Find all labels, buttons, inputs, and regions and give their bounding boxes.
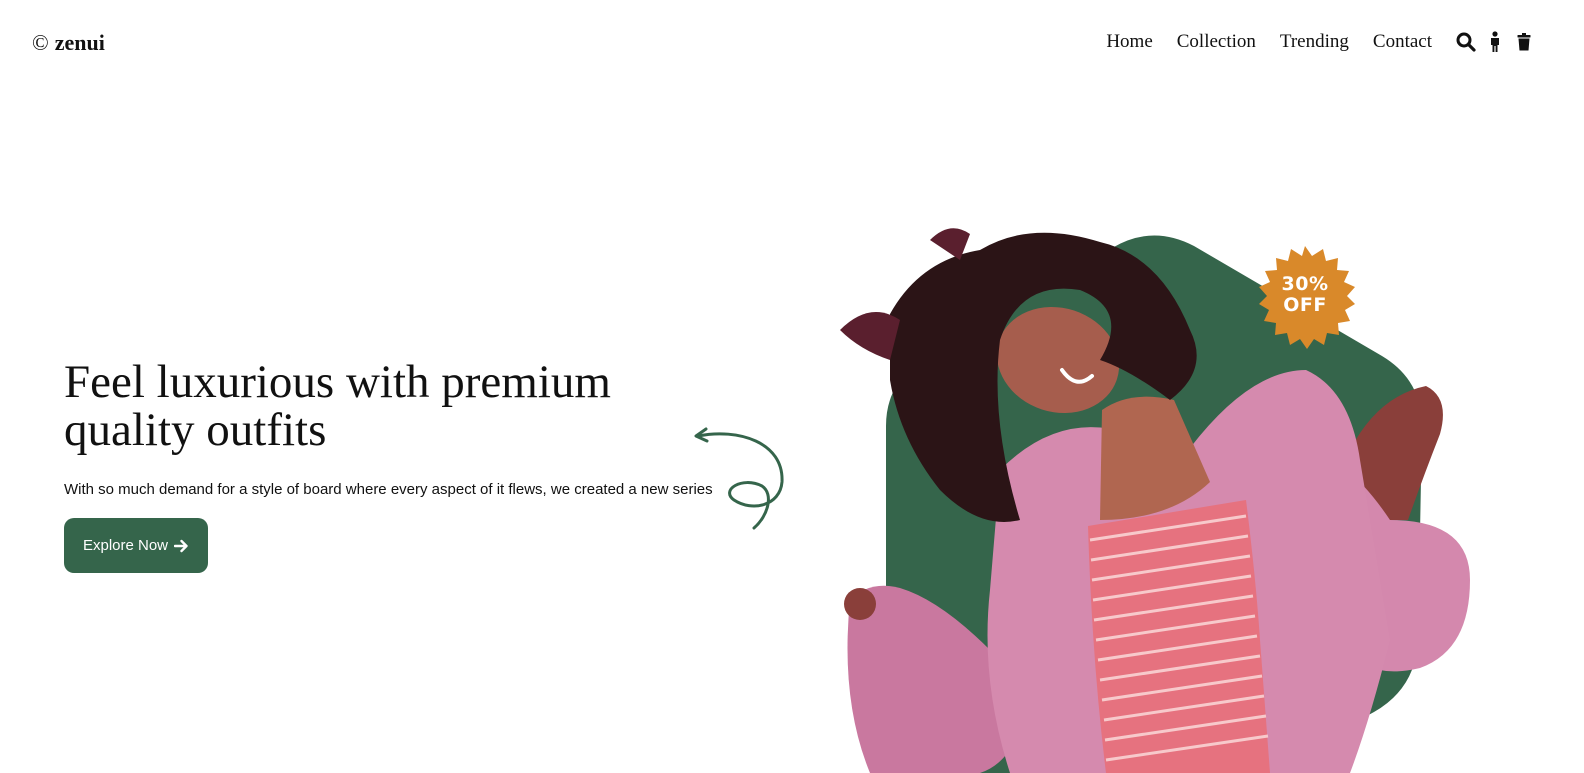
nav-home[interactable]: Home [1106,31,1152,53]
badge-line-2: OFF [1283,294,1327,316]
nav-trending[interactable]: Trending [1280,31,1349,53]
hero-title: Feel luxurious with premium quality outf… [64,356,611,456]
main-nav: Home Collection Trending Contact [1106,31,1432,53]
logo-text: zenui [54,30,105,55]
nav-contact[interactable]: Contact [1373,31,1432,53]
site-header: © zenui Home Collection Trending Contact [0,0,1584,86]
logo[interactable]: © zenui [32,30,105,56]
discount-badge-text: 30% OFF [1250,274,1360,316]
nav-collection[interactable]: Collection [1177,31,1256,53]
decorative-arrow [694,427,784,530]
person-icon[interactable] [1485,31,1505,53]
search-icon[interactable] [1456,31,1476,53]
logo-mark: © [32,30,49,55]
explore-now-button[interactable]: Explore Now [64,518,208,573]
hero-subtitle: With so much demand for a style of board… [64,481,713,498]
arrow-right-icon [174,539,188,552]
explore-now-label: Explore Now [82,537,169,554]
header-icons [1456,31,1534,53]
hero-model-image [840,228,1470,773]
badge-line-1: 30% [1281,273,1329,295]
trash-icon[interactable] [1514,31,1534,53]
